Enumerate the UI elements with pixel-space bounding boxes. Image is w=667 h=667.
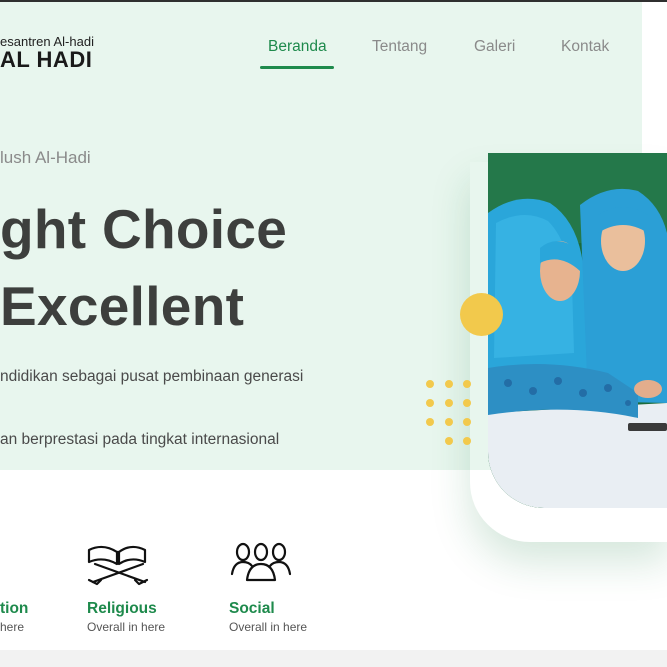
feature-title: tion — [0, 600, 29, 617]
feature-subtitle: here — [0, 620, 25, 634]
feature-subtitle: Overall in here — [229, 620, 308, 634]
nav-item-tentang[interactable]: Tentang — [372, 38, 427, 56]
hero-headline-line1: ght Choice — [0, 198, 288, 260]
feature-subtitle: Overall in here — [87, 620, 166, 634]
feature-title: Religious — [87, 600, 157, 617]
nav-item-kontak[interactable]: Kontak — [561, 38, 609, 56]
hero-paragraph-line2: an berprestasi pada tingkat internasiona… — [0, 431, 280, 448]
feature-title: Social — [229, 600, 275, 617]
decor-yellow-circle — [460, 293, 503, 336]
decor-dot-grid — [426, 380, 476, 450]
hero-paragraph-line1: ndidikan sebagai pusat pembinaan generas… — [0, 368, 304, 385]
brand-logo-text[interactable]: AL HADI — [0, 47, 92, 73]
nav-active-indicator — [260, 66, 334, 69]
section-divider-band — [0, 650, 667, 667]
hero-headline-line2: Excellent — [0, 275, 245, 337]
hero-photo — [488, 153, 667, 508]
nav-item-beranda[interactable]: Beranda — [268, 38, 327, 56]
nav-item-galeri[interactable]: Galeri — [474, 38, 515, 56]
open-quran-icon — [87, 540, 151, 588]
community-icon — [229, 540, 293, 588]
hero-eyebrow: lush Al-Hadi — [0, 148, 91, 167]
